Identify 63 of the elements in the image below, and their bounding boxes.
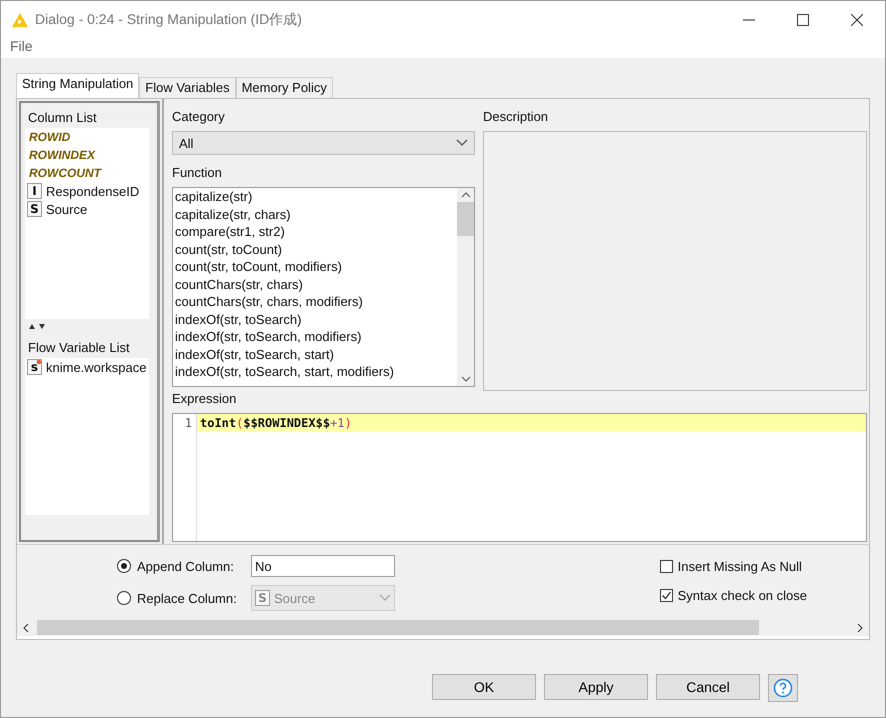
list-item[interactable]: countChars(str, chars, modifiers) — [175, 293, 457, 310]
list-item[interactable]: indexOf(str, toSearch, start, modifiers) — [175, 363, 457, 380]
scroll-thumb[interactable] — [457, 202, 474, 236]
line-number: 1 — [184, 416, 192, 430]
chevron-down-icon[interactable] — [460, 376, 470, 382]
list-item[interactable]: ROWID — [27, 130, 70, 144]
checkbox[interactable] — [660, 560, 673, 573]
radio-button[interactable] — [117, 591, 131, 605]
list-item[interactable]: RespondenseID — [46, 184, 140, 198]
list-item[interactable]: indexOf(str, toSearch, modifiers) — [175, 328, 457, 346]
dialog-button[interactable]: Apply — [544, 674, 648, 700]
list-item[interactable]: count(str, toCount) — [175, 240, 457, 258]
menu-item[interactable]: File — [10, 38, 33, 54]
close-icon[interactable] — [851, 14, 863, 26]
list-item[interactable]: ROWCOUNT — [27, 166, 101, 180]
chevron-up-icon[interactable] — [460, 192, 470, 198]
help-button[interactable] — [768, 674, 798, 702]
expression-editor[interactable]: 1 toInt($$ROWINDEX$$+1) — [172, 413, 867, 542]
tab[interactable]: Memory Policy — [236, 77, 333, 98]
field-label: Expression — [172, 391, 238, 408]
list-title: Column List — [25, 107, 149, 128]
checkbox[interactable] — [660, 589, 673, 602]
window-title: Dialog - 0:24 - String Manipulation (ID作成) — [35, 10, 302, 28]
list-item[interactable]: countChars(str, chars) — [175, 276, 457, 293]
field-label: Category — [172, 109, 226, 126]
type-icon: S — [27, 201, 42, 217]
help-icon — [773, 678, 793, 698]
maximize-icon[interactable] — [797, 14, 809, 26]
list-title: Flow Variable List — [25, 337, 149, 358]
list-item[interactable]: capitalize(str, chars) — [175, 206, 457, 223]
scroll-thumb[interactable] — [37, 620, 759, 635]
dialog-button[interactable]: OK — [432, 674, 536, 700]
list-item[interactable]: indexOf(str, toSearch) — [175, 310, 457, 328]
type-icon: S — [255, 590, 270, 606]
input-field[interactable]: No — [251, 555, 395, 577]
variable-type-icon: s — [27, 359, 42, 375]
list-item[interactable]: ROWINDEX — [27, 148, 95, 162]
tab[interactable]: String Manipulation — [16, 73, 140, 98]
option-label: Replace Column: — [137, 590, 238, 606]
list-item[interactable]: indexOf(str, toSearch, start) — [175, 346, 457, 363]
scrollbar[interactable] — [457, 188, 474, 386]
type-icon: I — [27, 183, 42, 199]
field-label: Description — [483, 109, 550, 126]
field-label: Function — [172, 165, 223, 182]
option-label: Append Column: — [137, 558, 235, 574]
splitter-arrows-icon[interactable] — [27, 323, 47, 329]
list-item[interactable]: Source — [46, 202, 88, 216]
chevron-right-icon[interactable] — [857, 622, 863, 632]
chevron-down-icon — [456, 139, 468, 147]
dialog-button[interactable]: Cancel — [656, 674, 760, 700]
scrollbar[interactable] — [17, 619, 869, 636]
chevron-left-icon[interactable] — [23, 622, 29, 632]
list-item[interactable]: count(str, toCount, modifiers) — [175, 258, 457, 276]
chevron-down-icon — [379, 594, 391, 602]
category-dropdown[interactable]: All — [172, 131, 475, 155]
list-item[interactable]: knime.workspace — [46, 360, 146, 374]
radio-button[interactable] — [117, 559, 131, 573]
warning-icon — [11, 12, 29, 28]
list-item[interactable]: compare(str1, str2) — [175, 223, 457, 240]
tab[interactable]: Flow Variables — [139, 77, 236, 98]
list-item[interactable]: capitalize(str) — [175, 188, 457, 206]
checkbox-label: Insert Missing As Null — [678, 559, 802, 574]
checkbox-label: Syntax check on close — [678, 588, 807, 603]
